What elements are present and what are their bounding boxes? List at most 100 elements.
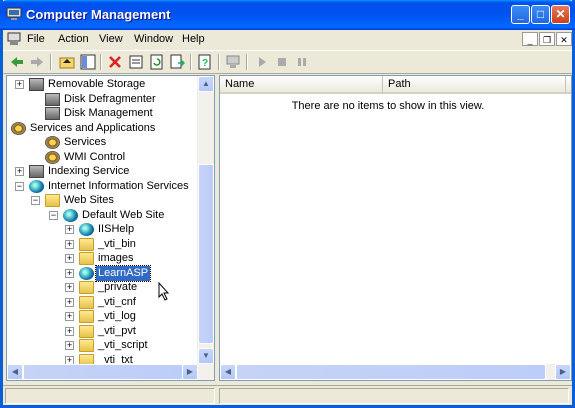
tree-node-label[interactable]: _vti_bin xyxy=(96,237,138,252)
console-tree-pane[interactable]: + Removable Storage Disk Defragmenter Disk … xyxy=(6,75,215,381)
title-bar[interactable]: Computer Management _ □ ✕ xyxy=(0,0,575,30)
tree-node[interactable]: Services xyxy=(7,135,197,150)
scroll-left-button[interactable]: ◀ xyxy=(7,364,23,380)
indexing-service-icon xyxy=(29,165,44,178)
scroll-right-button[interactable]: ▶ xyxy=(182,364,198,380)
services-applications-icon xyxy=(11,121,26,135)
removable-storage-icon xyxy=(29,78,44,91)
close-button[interactable]: ✕ xyxy=(551,5,570,24)
computer-icon[interactable] xyxy=(225,54,241,70)
details-list-pane[interactable]: Name Path S There are no items to show i… xyxy=(219,75,572,381)
system-menu-icon[interactable] xyxy=(7,32,21,46)
tree-node-label[interactable]: Web Sites xyxy=(62,193,116,208)
tree-horizontal-scrollbar[interactable]: ◀ ▶ xyxy=(7,364,214,380)
menu-help[interactable]: Help xyxy=(182,33,205,45)
collapse-button[interactable]: − xyxy=(49,210,58,220)
scroll-down-button[interactable]: ▼ xyxy=(198,348,214,364)
menu-window[interactable]: Window xyxy=(134,33,173,45)
tree-node-label[interactable]: Disk Management xyxy=(62,106,155,121)
tree-vertical-scrollbar[interactable]: ▲ ▼ xyxy=(197,76,214,364)
expand-button[interactable]: + xyxy=(65,254,74,263)
tree-node[interactable]: + _vti_log xyxy=(7,309,197,324)
help-icon[interactable]: ? xyxy=(197,54,213,70)
play-icon[interactable] xyxy=(254,54,270,70)
tree-node[interactable]: − Web Sites xyxy=(7,193,197,208)
tree-node[interactable]: + IISHelp xyxy=(7,222,197,237)
list-horizontal-scroll-thumb[interactable] xyxy=(236,364,546,380)
tree-node-label[interactable]: Indexing Service xyxy=(46,164,131,179)
tree-node-label[interactable]: _vti_log xyxy=(96,309,138,324)
forward-arrow-icon[interactable] xyxy=(29,54,45,70)
tree-node[interactable]: Disk Management xyxy=(7,106,197,121)
tree-node-label[interactable]: Default Web Site xyxy=(80,208,166,223)
tree-node-label[interactable]: WMI Control xyxy=(62,150,127,165)
tree-node[interactable]: + Removable Storage xyxy=(7,77,197,92)
collapse-button[interactable]: − xyxy=(31,196,40,205)
tree-node-label[interactable]: Removable Storage xyxy=(46,77,147,92)
tree-node[interactable]: + _vti_bin xyxy=(7,237,197,252)
tree-node[interactable]: + images xyxy=(7,251,197,266)
minimize-button[interactable]: _ xyxy=(511,5,530,24)
tree-vertical-scroll-thumb[interactable] xyxy=(198,164,214,344)
menu-file[interactable]: File xyxy=(27,33,45,45)
mdi-close-button[interactable]: ✕ xyxy=(556,32,572,46)
tree-node[interactable]: + LearnASP xyxy=(7,264,197,282)
services-icon xyxy=(45,136,60,149)
tree-node[interactable]: + _vti_script xyxy=(7,338,197,353)
tree-horizontal-scroll-thumb[interactable] xyxy=(23,364,183,380)
menu-action[interactable]: Action xyxy=(58,33,89,45)
tree-node[interactable]: WMI Control xyxy=(7,150,197,165)
scroll-left-button[interactable]: ◀ xyxy=(220,364,236,380)
tree-node-label[interactable]: _vti_cnf xyxy=(96,295,138,310)
column-header-status[interactable]: S xyxy=(565,76,571,94)
tree-node-label[interactable]: _vti_script xyxy=(96,338,150,353)
computer-management-icon xyxy=(6,7,22,20)
collapse-button[interactable]: − xyxy=(15,181,24,191)
expand-button[interactable]: + xyxy=(65,283,74,292)
tree-node-label[interactable]: Internet Information Services xyxy=(46,179,191,194)
tree-node[interactable]: − Default Web Site xyxy=(7,208,197,223)
tree-node[interactable]: − Internet Information Services xyxy=(7,179,197,194)
tree-node-label[interactable]: Services xyxy=(62,135,108,150)
expand-button[interactable]: + xyxy=(65,225,74,234)
tree-node-label[interactable]: IISHelp xyxy=(96,222,136,237)
tree-node[interactable]: + _vti_pvt xyxy=(7,324,197,339)
toolbar-separator xyxy=(190,54,192,70)
tree-node-label[interactable]: LearnASP xyxy=(94,264,152,282)
expand-button[interactable]: + xyxy=(65,239,74,249)
up-one-level-icon[interactable] xyxy=(59,54,75,70)
delete-icon[interactable] xyxy=(107,54,123,70)
expand-button[interactable]: + xyxy=(15,167,24,176)
mdi-minimize-button[interactable]: _ xyxy=(522,32,538,46)
column-header-name[interactable]: Name xyxy=(220,76,382,94)
show-hide-tree-icon[interactable] xyxy=(80,54,96,70)
toolbar-separator xyxy=(100,54,102,70)
export-list-icon[interactable] xyxy=(169,54,185,70)
column-header-path[interactable]: Path xyxy=(382,76,565,94)
mdi-restore-button[interactable]: ❐ xyxy=(539,32,555,46)
expand-button[interactable]: + xyxy=(65,268,74,278)
properties-icon[interactable] xyxy=(128,54,144,70)
tree-node[interactable]: + Indexing Service xyxy=(7,164,197,179)
expand-button[interactable]: + xyxy=(65,341,74,350)
menu-view[interactable]: View xyxy=(99,33,123,45)
expand-button[interactable]: + xyxy=(15,80,24,89)
expand-button[interactable]: + xyxy=(65,326,74,336)
pause-icon[interactable] xyxy=(294,54,310,70)
expand-button[interactable]: + xyxy=(65,312,74,321)
tree-node-label[interactable]: _vti_pvt xyxy=(96,324,138,339)
tree-node[interactable]: Disk Defragmenter xyxy=(7,92,197,107)
maximize-button[interactable]: □ xyxy=(531,5,550,24)
tree-node[interactable]: −Services and Applications xyxy=(7,121,197,136)
scroll-up-button[interactable]: ▲ xyxy=(198,76,214,92)
tree-node-label[interactable]: images xyxy=(96,251,135,266)
stop-icon[interactable] xyxy=(274,54,290,70)
expand-button[interactable]: + xyxy=(65,297,74,307)
scroll-right-button[interactable]: ▶ xyxy=(555,364,571,380)
refresh-icon[interactable] xyxy=(149,54,165,70)
tree-node-label[interactable]: _private xyxy=(96,280,139,295)
tree-node-label[interactable]: Services and Applications xyxy=(28,121,157,136)
back-arrow-icon[interactable] xyxy=(9,54,25,70)
list-horizontal-scrollbar[interactable]: ◀ ▶ xyxy=(220,364,571,380)
tree-node-label[interactable]: Disk Defragmenter xyxy=(62,92,158,107)
